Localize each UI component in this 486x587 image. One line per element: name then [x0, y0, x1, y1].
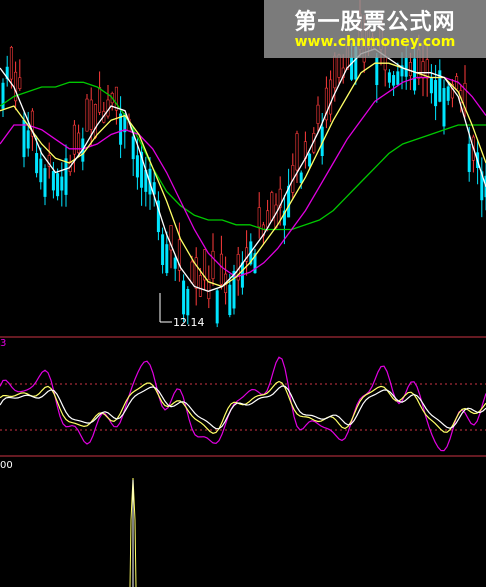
candle-body [266, 210, 270, 228]
indicator-panel-label: 3 [0, 338, 6, 349]
candle-body [425, 59, 429, 79]
candle-body [350, 57, 354, 80]
candle-body [39, 158, 43, 183]
stock-chart[interactable]: 12.14 3 00 [0, 0, 486, 587]
candle-body [194, 257, 198, 289]
ma-line-yellow [0, 62, 486, 288]
candle-body [429, 77, 433, 94]
candle-body [467, 143, 471, 172]
candle-body [190, 261, 194, 284]
indicator-panel: 3 [0, 336, 486, 457]
candle-body [60, 176, 64, 191]
candle-body [375, 57, 379, 86]
candle-body [56, 173, 60, 197]
candle-body [18, 77, 22, 89]
candle-body [119, 113, 123, 145]
candle-body [211, 250, 215, 279]
candle-body [98, 87, 102, 113]
candle-body [408, 62, 412, 76]
candle-body [51, 171, 55, 191]
candle-body [26, 130, 30, 149]
candle-body [413, 58, 417, 91]
candle-body [295, 133, 299, 171]
candle-body [396, 71, 400, 85]
watermark-title: 第一股票公式网 [294, 10, 456, 35]
candle-body [387, 72, 391, 83]
candle-body [299, 172, 303, 184]
candle-body [270, 192, 274, 222]
watermark-banner: 第一股票公式网 www.chnmoney.com [264, 0, 486, 58]
candle-body [161, 234, 165, 265]
candle-body [85, 98, 89, 132]
candle-body [392, 75, 396, 86]
candle-body [442, 88, 446, 127]
candle-body [446, 86, 450, 101]
candle-body [93, 104, 97, 138]
candle-body [9, 47, 13, 80]
candle-body [404, 57, 408, 77]
volume-panel: 00 [0, 460, 137, 587]
candle-body [434, 80, 438, 107]
candle-body [43, 168, 47, 197]
candle-body [329, 79, 333, 115]
candle-body [35, 153, 39, 174]
candle-body [228, 284, 232, 316]
candle-body [316, 104, 320, 124]
candle-body [89, 99, 93, 130]
candle-body [308, 153, 312, 167]
candle-body [72, 124, 76, 155]
candle-body [337, 54, 341, 78]
candle-body [186, 288, 190, 316]
candle-body [257, 207, 261, 228]
volume-panel-label: 00 [0, 460, 13, 471]
candle-body [333, 55, 337, 89]
candle-body [173, 257, 177, 269]
ma-line-green [0, 81, 486, 231]
candle-body [64, 158, 68, 195]
candle-body [165, 244, 169, 274]
candle-body [198, 275, 202, 297]
candle-body [135, 155, 139, 178]
candle-body [131, 136, 135, 160]
candle-body [182, 280, 186, 315]
candle-body [219, 253, 223, 285]
candle-body [215, 290, 219, 324]
low-price-label: 12.14 [173, 316, 205, 329]
watermark-url: www.chnmoney.com [294, 34, 456, 50]
candle-body [274, 204, 278, 228]
oscillator-lines [0, 356, 486, 452]
ma-line-magenta [0, 76, 486, 278]
candle-body [77, 132, 81, 154]
candle-body [114, 86, 118, 111]
